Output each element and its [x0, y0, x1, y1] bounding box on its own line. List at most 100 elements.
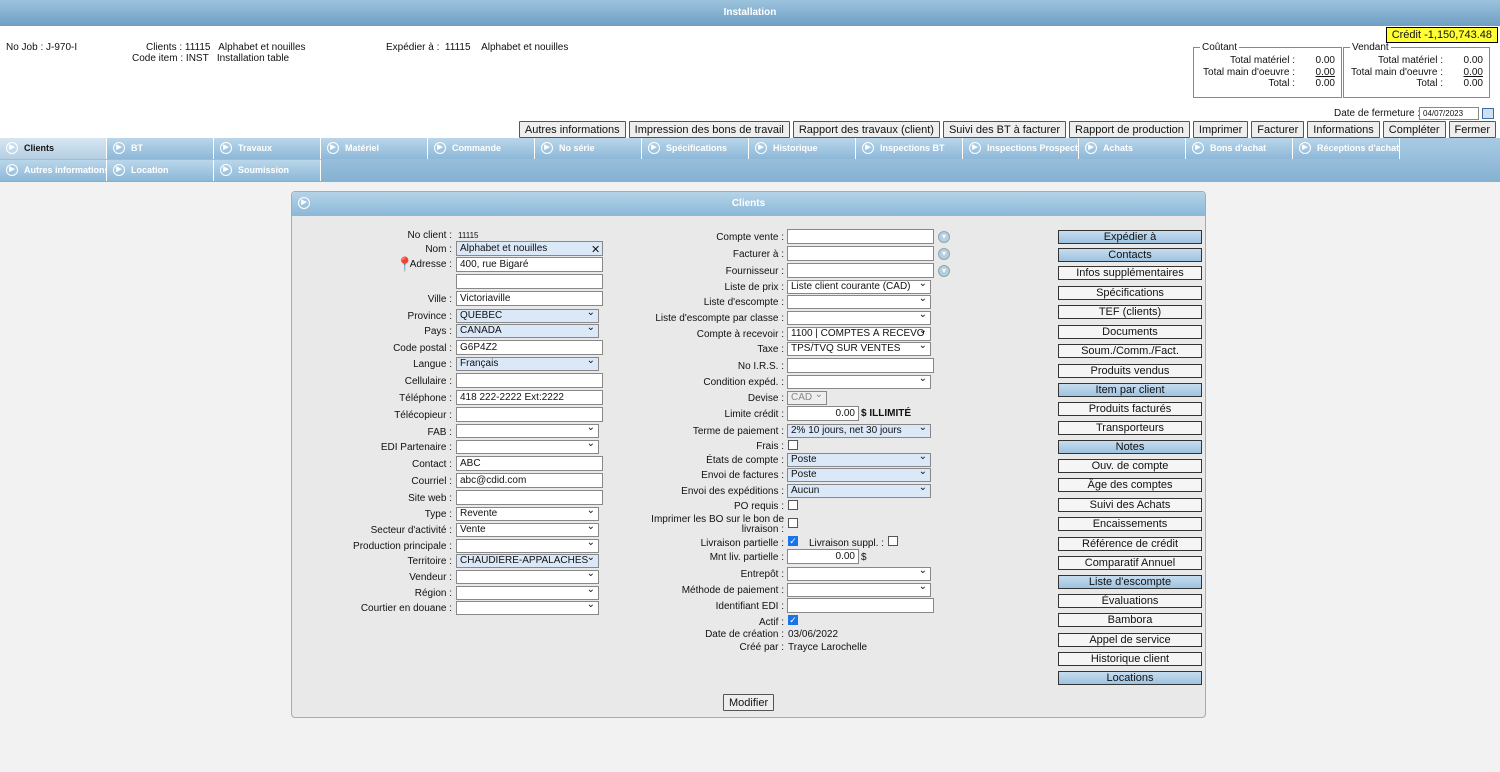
- lc-input[interactable]: 0.00: [787, 406, 859, 421]
- fa-expand-icon[interactable]: ▾: [938, 248, 950, 260]
- cell-input[interactable]: [456, 373, 603, 388]
- tel-input[interactable]: 418 222-2222 Ext:2222: [456, 390, 603, 405]
- right-button-20[interactable]: Bambora: [1058, 613, 1202, 627]
- right-button-9[interactable]: Produits facturés: [1058, 402, 1202, 416]
- actif-checkbox[interactable]: ✓: [788, 615, 798, 625]
- toolbar-button-0[interactable]: Autres informations: [518, 121, 626, 138]
- ce-select[interactable]: [787, 375, 931, 389]
- adresse2-input[interactable]: [456, 274, 603, 289]
- ent-select[interactable]: [787, 567, 931, 581]
- nom-input[interactable]: Alphabet et nouilles: [456, 241, 603, 256]
- right-button-12[interactable]: Ouv. de compte: [1058, 459, 1202, 473]
- toolbar-button-9[interactable]: Fermer: [1448, 121, 1496, 138]
- secteur-select[interactable]: Vente: [456, 523, 599, 537]
- po-checkbox[interactable]: [788, 500, 798, 510]
- tp-select[interactable]: 2% 10 jours, net 30 jours: [787, 424, 931, 438]
- tab-9[interactable]: ▶ Inspections Prospect: [963, 138, 1079, 159]
- livraison-partielle-checkbox[interactable]: ✓: [788, 536, 798, 546]
- right-button-17[interactable]: Comparatif Annuel: [1058, 556, 1202, 570]
- frais-checkbox[interactable]: [788, 440, 798, 450]
- four-expand-icon[interactable]: ▾: [938, 265, 950, 277]
- courriel-input[interactable]: abc@cdid.com: [456, 473, 603, 488]
- calendar-icon[interactable]: [1482, 108, 1494, 119]
- tab-10[interactable]: ▶ Achats: [1079, 138, 1186, 159]
- type-select[interactable]: Revente: [456, 507, 599, 521]
- right-button-0[interactable]: Expédier à: [1058, 230, 1202, 244]
- lp-select[interactable]: Liste client courante (CAD): [787, 280, 931, 294]
- right-button-22[interactable]: Historique client: [1058, 652, 1202, 666]
- clear-icon[interactable]: ✕: [591, 243, 600, 256]
- toolbar-button-8[interactable]: Compléter: [1382, 121, 1446, 138]
- mnt-input[interactable]: 0.00: [787, 549, 859, 564]
- toolbar-button-7[interactable]: Informations: [1307, 121, 1380, 138]
- etat-select[interactable]: Poste: [787, 453, 931, 467]
- tab-1[interactable]: ▶ BT: [107, 138, 214, 159]
- right-button-1[interactable]: Contacts: [1058, 248, 1202, 262]
- livraison-suppl-checkbox[interactable]: [888, 536, 898, 546]
- close-date-input[interactable]: 04/07/2023: [1419, 107, 1479, 120]
- lec-select[interactable]: [787, 311, 931, 325]
- tab-6[interactable]: ▶ Spécifications: [642, 138, 749, 159]
- tab2-1[interactable]: ▶ Location: [107, 160, 214, 181]
- prod-select[interactable]: [456, 539, 599, 553]
- right-button-18[interactable]: Liste d'escompte: [1058, 575, 1202, 589]
- ide-input[interactable]: [787, 598, 934, 613]
- pays-select[interactable]: CANADA: [456, 324, 599, 338]
- toolbar-button-5[interactable]: Imprimer: [1192, 121, 1249, 138]
- right-button-2[interactable]: Infos supplémentaires: [1058, 266, 1202, 280]
- panel-toggle-icon[interactable]: ▶: [298, 197, 310, 209]
- cv-expand-icon[interactable]: ▾: [938, 231, 950, 243]
- tab-8[interactable]: ▶ Inspections BT: [856, 138, 963, 159]
- langue-select[interactable]: Français: [456, 357, 599, 371]
- province-select[interactable]: QUÉBEC: [456, 309, 599, 323]
- right-button-5[interactable]: Documents: [1058, 325, 1202, 339]
- toolbar-button-2[interactable]: Rapport des travaux (client): [792, 121, 940, 138]
- right-button-3[interactable]: Spécifications: [1058, 286, 1202, 300]
- car-select[interactable]: 1100 | COMPTES À RECEVO: [787, 327, 931, 341]
- right-button-15[interactable]: Encaissements: [1058, 517, 1202, 531]
- right-button-8[interactable]: Item par client: [1058, 383, 1202, 397]
- fa-input[interactable]: [787, 246, 934, 261]
- right-button-7[interactable]: Produits vendus: [1058, 364, 1202, 378]
- toolbar-button-1[interactable]: Impression des bons de travail: [628, 121, 790, 138]
- right-button-14[interactable]: Suivi des Achats: [1058, 498, 1202, 512]
- tab2-0[interactable]: ▶ Autres informations: [0, 160, 107, 181]
- right-button-13[interactable]: Âge des comptes: [1058, 478, 1202, 492]
- right-button-21[interactable]: Appel de service: [1058, 633, 1202, 647]
- modify-button[interactable]: Modifier: [723, 694, 775, 711]
- tab-3[interactable]: ▶ Matériel: [321, 138, 428, 159]
- right-button-11[interactable]: Notes: [1058, 440, 1202, 454]
- mp-select[interactable]: [787, 583, 931, 597]
- ville-input[interactable]: Victoriaville: [456, 291, 603, 306]
- toolbar-button-6[interactable]: Facturer: [1251, 121, 1305, 138]
- region-select[interactable]: [456, 586, 599, 600]
- right-button-19[interactable]: Évaluations: [1058, 594, 1202, 608]
- tab-11[interactable]: ▶ Bons d'achat: [1186, 138, 1293, 159]
- contact-input[interactable]: ABC: [456, 456, 603, 471]
- tab-12[interactable]: ▶ Réceptions d'achat: [1293, 138, 1400, 159]
- vendeur-select[interactable]: [456, 570, 599, 584]
- taxe-select[interactable]: TPS/TVQ SUR VENTES: [787, 342, 931, 356]
- tab2-2[interactable]: ▶ Soumission: [214, 160, 321, 181]
- cv-input[interactable]: [787, 229, 934, 244]
- fax-input[interactable]: [456, 407, 603, 422]
- enve-select[interactable]: Aucun: [787, 484, 931, 498]
- toolbar-button-3[interactable]: Suivi des BT à facturer: [942, 121, 1067, 138]
- envf-select[interactable]: Poste: [787, 468, 931, 482]
- bo-checkbox[interactable]: [788, 518, 798, 528]
- right-button-6[interactable]: Soum./Comm./Fact.: [1058, 344, 1202, 358]
- fab-select[interactable]: [456, 424, 599, 438]
- tab-0[interactable]: ▶ Clients: [0, 138, 107, 159]
- right-button-16[interactable]: Référence de crédit: [1058, 537, 1202, 551]
- tab-5[interactable]: ▶ No série: [535, 138, 642, 159]
- tab-4[interactable]: ▶ Commande: [428, 138, 535, 159]
- cp-input[interactable]: G6P4Z2: [456, 340, 603, 355]
- toolbar-button-4[interactable]: Rapport de production: [1069, 121, 1190, 138]
- four-input[interactable]: [787, 263, 934, 278]
- terr-select[interactable]: CHAUDIÈRE-APPALACHES: [456, 554, 599, 568]
- right-button-23[interactable]: Locations: [1058, 671, 1202, 685]
- irs-input[interactable]: [787, 358, 934, 373]
- map-pin-icon[interactable]: 📍: [396, 256, 413, 273]
- le-select[interactable]: [787, 295, 931, 309]
- courtier-select[interactable]: [456, 601, 599, 615]
